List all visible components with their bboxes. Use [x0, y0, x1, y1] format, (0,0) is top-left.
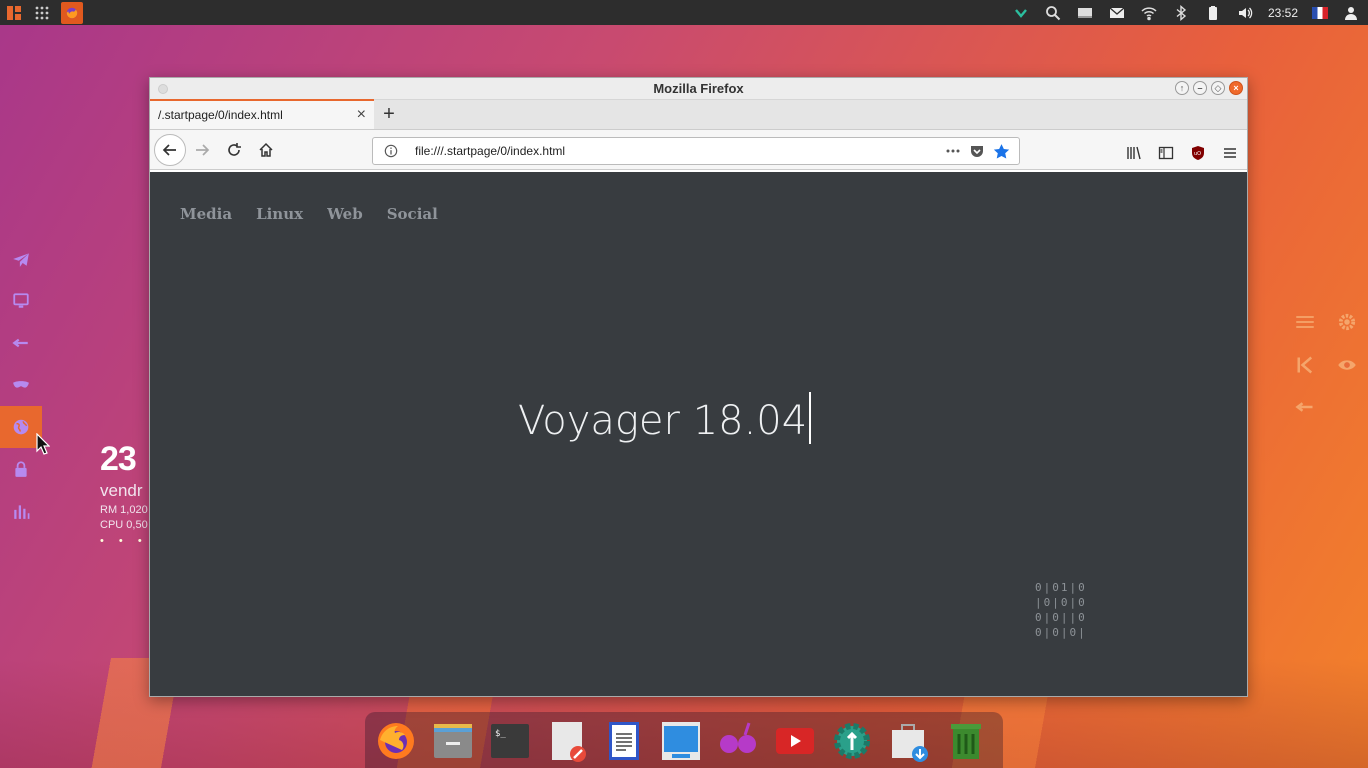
- svg-text:uO: uO: [1194, 151, 1201, 157]
- menu-item-social[interactable]: Social: [387, 205, 438, 223]
- tab-strip: /.startpage/0/index.html × +: [150, 99, 1247, 130]
- home-button[interactable]: [250, 134, 282, 166]
- dock-youtube-icon[interactable]: [774, 720, 816, 762]
- keyboard-layout-flag-icon[interactable]: [1312, 6, 1328, 19]
- dock-terminal-icon[interactable]: $_: [489, 720, 531, 762]
- gear-widget-icon[interactable]: [1335, 310, 1359, 334]
- firefox-taskbar-icon[interactable]: [61, 1, 83, 24]
- bookmark-star-icon[interactable]: [989, 143, 1013, 160]
- bluetooth-icon[interactable]: [1172, 4, 1190, 22]
- binary-clock: 0|01|0 |0|0|0 0|0||0 0|0|0|: [1035, 581, 1087, 639]
- library-icon[interactable]: [1121, 141, 1147, 165]
- launcher-monitor-icon[interactable]: [0, 280, 42, 322]
- tab-close-icon[interactable]: ×: [357, 106, 366, 124]
- volume-icon[interactable]: [1236, 4, 1254, 22]
- tab-title: /.startpage/0/index.html: [158, 108, 283, 122]
- left-launcher: [0, 238, 42, 532]
- dock-media-player-icon[interactable]: [717, 720, 759, 762]
- arrow-left-widget-icon[interactable]: [1293, 395, 1317, 419]
- startpage-content: Media Linux Web Social Voyager 18.04 0|0…: [150, 172, 1247, 696]
- panel-clock[interactable]: 23:52: [1268, 6, 1298, 20]
- new-tab-button[interactable]: +: [374, 99, 404, 129]
- dock: $_: [365, 712, 1003, 768]
- launcher-chart-icon[interactable]: [0, 490, 42, 532]
- maximize-button[interactable]: ◇: [1211, 81, 1225, 95]
- dock-firefox-icon[interactable]: [375, 720, 417, 762]
- battery-icon[interactable]: [1204, 4, 1222, 22]
- window-titlebar[interactable]: Mozilla Firefox ↑ – ◇ ×: [150, 78, 1247, 100]
- wifi-icon[interactable]: [1140, 4, 1158, 22]
- app-menu-icon[interactable]: [5, 4, 23, 22]
- skip-back-widget-icon[interactable]: [1293, 353, 1317, 377]
- url-bar[interactable]: file:///.startpage/0/index.html: [372, 137, 1020, 165]
- text-cursor: [809, 392, 812, 444]
- dock-settings-icon[interactable]: [831, 720, 873, 762]
- mail-icon[interactable]: [1108, 4, 1126, 22]
- dock-trash-icon[interactable]: [945, 720, 987, 762]
- launcher-arrow-left-icon[interactable]: [0, 322, 42, 364]
- dock-software-store-icon[interactable]: [888, 720, 930, 762]
- window-title: Mozilla Firefox: [653, 81, 744, 96]
- startpage-menu: Media Linux Web Social: [180, 205, 438, 223]
- ublock-icon[interactable]: uO: [1185, 141, 1211, 165]
- apps-grid-icon[interactable]: [33, 4, 51, 22]
- menu-item-linux[interactable]: Linux: [256, 205, 303, 223]
- chevron-down-icon[interactable]: [1012, 4, 1030, 22]
- eye-widget-icon[interactable]: [1335, 353, 1359, 377]
- close-window-button[interactable]: ×: [1229, 81, 1243, 95]
- dock-writer-icon[interactable]: [603, 720, 645, 762]
- back-button[interactable]: [154, 133, 186, 166]
- reload-button[interactable]: [218, 134, 250, 166]
- firefox-window: Mozilla Firefox ↑ – ◇ × /.startpage/0/in…: [149, 77, 1248, 697]
- launcher-mask-icon[interactable]: [0, 364, 42, 406]
- startpage-title: Voyager 18.04: [518, 398, 808, 444]
- site-info-icon[interactable]: [379, 144, 403, 158]
- search-icon[interactable]: [1044, 4, 1062, 22]
- window-menu-dot[interactable]: [158, 84, 168, 94]
- svg-text:$_: $_: [495, 729, 506, 739]
- keep-above-button[interactable]: ↑: [1175, 81, 1189, 95]
- dock-text-editor-icon[interactable]: [546, 720, 588, 762]
- url-text[interactable]: file:///.startpage/0/index.html: [415, 144, 941, 158]
- hamburger-widget-icon[interactable]: [1293, 310, 1317, 334]
- page-actions-icon[interactable]: [941, 143, 965, 159]
- user-icon[interactable]: [1342, 4, 1360, 22]
- launcher-plane-icon[interactable]: [0, 238, 42, 280]
- menu-item-media[interactable]: Media: [180, 205, 232, 223]
- hamburger-menu-icon[interactable]: [1217, 141, 1243, 165]
- menu-item-web[interactable]: Web: [327, 205, 363, 223]
- mouse-pointer-icon: [36, 432, 51, 460]
- forward-button[interactable]: [186, 134, 218, 166]
- top-panel: 23:52: [0, 0, 1368, 25]
- startpage-search-input[interactable]: Voyager 18.04: [518, 392, 812, 444]
- tab-startpage[interactable]: /.startpage/0/index.html ×: [150, 99, 374, 129]
- dock-files-icon[interactable]: [432, 720, 474, 762]
- dock-screenshot-icon[interactable]: [660, 720, 702, 762]
- sidebar-icon[interactable]: [1153, 141, 1179, 165]
- pocket-icon[interactable]: [965, 143, 989, 159]
- minimize-button[interactable]: –: [1193, 81, 1207, 95]
- window-icon[interactable]: [1076, 4, 1094, 22]
